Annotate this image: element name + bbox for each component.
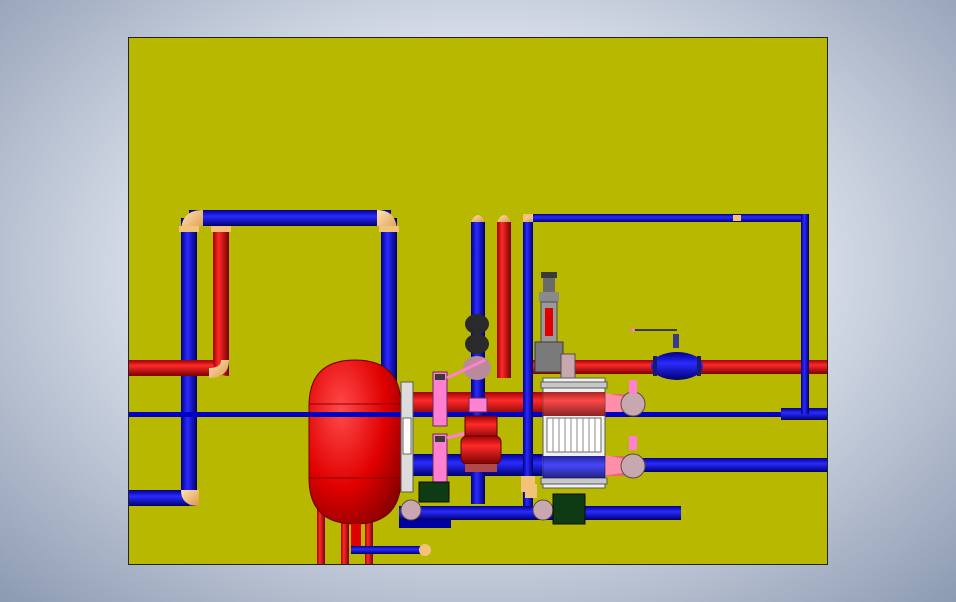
plate-heat-exchanger[interactable] bbox=[540, 377, 608, 489]
circulation-pump[interactable] bbox=[460, 415, 502, 472]
air-separator bbox=[463, 314, 491, 380]
left-exchanger-frame bbox=[400, 381, 414, 493]
piping-diagram bbox=[129, 38, 827, 564]
model-viewport[interactable] bbox=[128, 37, 828, 565]
cad-window bbox=[0, 0, 956, 602]
